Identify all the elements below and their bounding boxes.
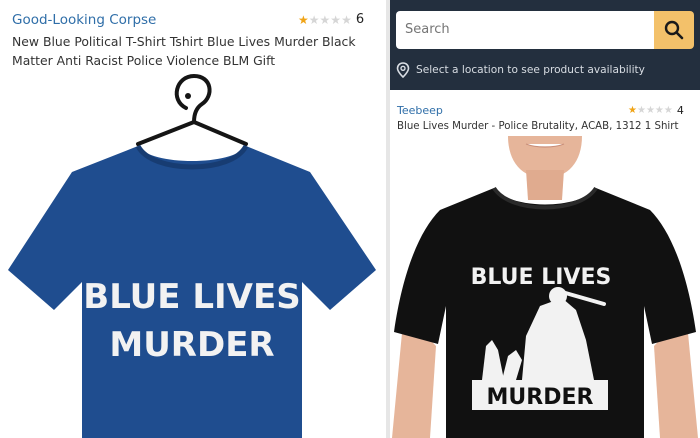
star-empty-icon: ★ (341, 12, 352, 27)
right-shirt-print-line1: BLUE LIVES (471, 265, 612, 290)
star-filled-icon: ★ (298, 12, 309, 27)
star-empty-icon: ★ (645, 104, 655, 116)
right-rating[interactable]: ★ ★ ★ ★ ★ 4 (628, 104, 684, 117)
hanger-icon (136, 73, 248, 146)
right-brand-link[interactable]: Teebeep (397, 104, 443, 117)
right-product-title[interactable]: Blue Lives Murder - Police Brutality, AC… (397, 121, 678, 132)
right-star-rating: ★ ★ ★ ★ ★ (628, 105, 673, 117)
location-text: Select a location to see product availab… (416, 64, 645, 76)
left-product-image[interactable]: BLUE LIVES MURDER (0, 70, 386, 438)
right-shirt-print-line2: MURDER (487, 385, 594, 410)
star-filled-icon: ★ (628, 104, 637, 116)
search-icon (664, 20, 684, 40)
right-product-panel: Select a location to see product availab… (390, 0, 700, 438)
left-brand-link[interactable]: Good-Looking Corpse (12, 12, 156, 28)
left-product-title[interactable]: New Blue Political T-Shirt Tshirt Blue L… (12, 32, 380, 70)
left-rating-count: 6 (355, 12, 365, 27)
left-star-rating: ★ ★ ★ ★ ★ (298, 13, 352, 27)
left-rating[interactable]: ★ ★ ★ ★ ★ 6 (298, 12, 364, 27)
right-product-image[interactable]: BLUE LIVES MURDER (390, 136, 700, 438)
location-selector[interactable]: Select a location to see product availab… (396, 62, 645, 78)
model-head (508, 136, 582, 200)
search-button[interactable] (654, 11, 694, 49)
star-empty-icon: ★ (654, 104, 664, 116)
left-shirt-print-line1: BLUE LIVES (83, 277, 300, 317)
location-pin-icon (396, 62, 410, 78)
star-empty-icon: ★ (319, 12, 331, 27)
left-product-panel: Good-Looking Corpse ★ ★ ★ ★ ★ 6 New Blue… (0, 0, 386, 438)
left-shirt-print-line2: MURDER (109, 325, 274, 365)
star-empty-icon: ★ (636, 104, 646, 116)
star-empty-icon: ★ (663, 104, 673, 116)
search-input[interactable] (396, 11, 654, 49)
star-empty-icon: ★ (308, 12, 320, 27)
star-empty-icon: ★ (330, 12, 342, 27)
right-rating-count: 4 (676, 104, 684, 117)
search-header: Select a location to see product availab… (390, 0, 700, 90)
